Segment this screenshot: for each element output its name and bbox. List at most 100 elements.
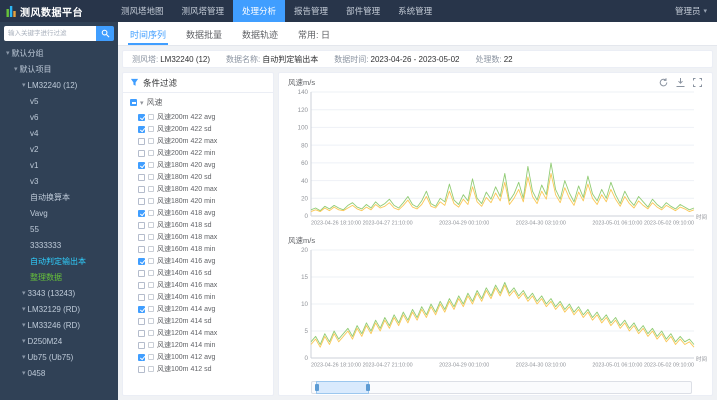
tree-item-13[interactable]: 自动判定输出本 [0,253,118,269]
nav-item-2[interactable]: 处理分析 [233,0,286,22]
tree-item-19[interactable]: ▾ Ub75 (Ub75) [0,349,118,365]
filter-row-20[interactable]: 风速100m 412 avg [138,351,271,363]
nav-item-1[interactable]: 测风塔管理 [173,0,234,22]
checkbox[interactable] [138,305,145,313]
checkbox[interactable] [138,317,145,325]
filter-row-0[interactable]: 风速200m 422 avg [138,111,271,123]
brush-right-handle[interactable] [365,384,370,391]
filter-row-21[interactable]: 风速100m 412 sd [138,363,271,375]
filter-row-14[interactable]: 风速140m 416 max [138,279,271,291]
checkbox[interactable] [138,233,145,241]
tree-item-1[interactable]: ▾ 默认项目 [0,61,118,77]
checkbox[interactable] [138,185,145,193]
search-input[interactable] [4,26,96,41]
checkbox[interactable] [138,293,145,301]
tree-item-20[interactable]: ▾ 0458 [0,365,118,381]
checkbox[interactable] [138,137,145,145]
tree-item-4[interactable]: v6 [0,109,118,125]
filter-row-1[interactable]: 风速200m 422 sd [138,123,271,135]
user-menu[interactable]: 管理员 ▾ [675,5,717,17]
checkbox[interactable] [138,257,145,265]
checkbox[interactable] [138,161,145,169]
tree-item-14[interactable]: 整理数据 [0,269,118,285]
field-icon [148,114,154,120]
checkbox[interactable] [138,125,145,133]
tree-item-16[interactable]: ▾ LM32129 (RD) [0,301,118,317]
tree-item-3[interactable]: v5 [0,93,118,109]
field-icon [148,258,154,264]
tab-1[interactable]: 数据批量 [184,22,224,45]
tree-item-label: 自动换算本 [30,192,70,202]
checkbox[interactable] [138,269,145,277]
nav-item-5[interactable]: 系统管理 [389,0,441,22]
tree-item-6[interactable]: v2 [0,141,118,157]
filter-row-label: 风速160m 418 sd [157,222,212,229]
checkbox[interactable] [138,341,145,349]
filter-row-16[interactable]: 风速120m 414 avg [138,303,271,315]
tree-item-2[interactable]: ▾ LM32240 (12) [0,77,118,93]
checkbox[interactable] [138,221,145,229]
checkbox[interactable] [138,245,145,253]
brush-window[interactable] [314,381,370,394]
filter-row-2[interactable]: 风速200m 422 max [138,135,271,147]
filter-row-5[interactable]: 风速180m 420 sd [138,171,271,183]
field-icon [148,294,154,300]
group-checkbox[interactable] [130,99,137,106]
filter-row-9[interactable]: 风速160m 418 sd [138,219,271,231]
tree-item-label: 3343 (13243) [27,288,76,298]
filter-row-18[interactable]: 风速120m 414 max [138,327,271,339]
tree-item-11[interactable]: 55 [0,221,118,237]
data-zoom-slider[interactable] [311,381,692,394]
checkbox[interactable] [138,329,145,337]
tab-3[interactable]: 常用: 日 [296,22,332,45]
checkbox[interactable] [138,365,145,373]
chart2-canvas[interactable]: 0 5 10 15 20 2023-04-26 18:10:00 2023-04-27 21… [285,245,708,371]
filter-row-15[interactable]: 风速140m 416 min [138,291,271,303]
checkbox[interactable] [138,173,145,181]
checkbox[interactable] [138,353,145,361]
checkbox[interactable] [138,197,145,205]
filter-row-label: 风速100m 412 avg [157,354,216,361]
nav-item-0[interactable]: 测风塔地图 [112,0,173,22]
filter-row-12[interactable]: 风速140m 416 avg [138,255,271,267]
tree-item-15[interactable]: ▾ 3343 (13243) [0,285,118,301]
tree-item-18[interactable]: ▾ D250M24 [0,333,118,349]
tab-0[interactable]: 时间序列 [128,22,169,45]
filter-group-row[interactable]: ▾ 风速 [123,93,273,110]
checkbox[interactable] [138,209,145,217]
filter-row-13[interactable]: 风速140m 416 sd [138,267,271,279]
nav-item-3[interactable]: 报告管理 [285,0,337,22]
tree-item-17[interactable]: ▾ LM33246 (RD) [0,317,118,333]
brush-left-handle[interactable] [314,384,319,391]
filter-row-3[interactable]: 风速200m 422 min [138,147,271,159]
filter-row-17[interactable]: 风速120m 414 sd [138,315,271,327]
download-icon[interactable] [675,77,686,88]
filter-row-8[interactable]: 风速160m 418 avg [138,207,271,219]
checkbox[interactable] [138,113,145,121]
tree-item-9[interactable]: 自动换算本 [0,189,118,205]
chart1-canvas[interactable]: 0204060801001201402023-04-26 18:10:00 202… [285,87,708,229]
tab-2[interactable]: 数据轨迹 [240,22,280,45]
tree-item-8[interactable]: v3 [0,173,118,189]
caret-down-icon: ▾ [22,306,26,313]
tree-item-5[interactable]: v4 [0,125,118,141]
tree-item-7[interactable]: v1 [0,157,118,173]
caret-down-icon: ▾ [6,50,10,57]
nav-item-4[interactable]: 部件管理 [337,0,389,22]
fullscreen-icon[interactable] [692,77,703,88]
checkbox[interactable] [138,281,145,289]
filter-row-10[interactable]: 风速160m 418 max [138,231,271,243]
caret-down-icon[interactable]: ▾ [140,99,144,107]
search-button[interactable] [96,26,114,41]
filter-row-6[interactable]: 风速180m 420 max [138,183,271,195]
tree-item-10[interactable]: Vavg [0,205,118,221]
tree-item-12[interactable]: 3333333 [0,237,118,253]
filter-row-11[interactable]: 风速160m 418 min [138,243,271,255]
tree-item-0[interactable]: ▾ 默认分组 [0,45,118,61]
tree-item-label: v3 [30,176,39,186]
filter-row-19[interactable]: 风速120m 414 min [138,339,271,351]
filter-row-7[interactable]: 风速180m 420 min [138,195,271,207]
checkbox[interactable] [138,149,145,157]
filter-row-4[interactable]: 风速180m 420 avg [138,159,271,171]
refresh-icon[interactable] [658,77,669,88]
